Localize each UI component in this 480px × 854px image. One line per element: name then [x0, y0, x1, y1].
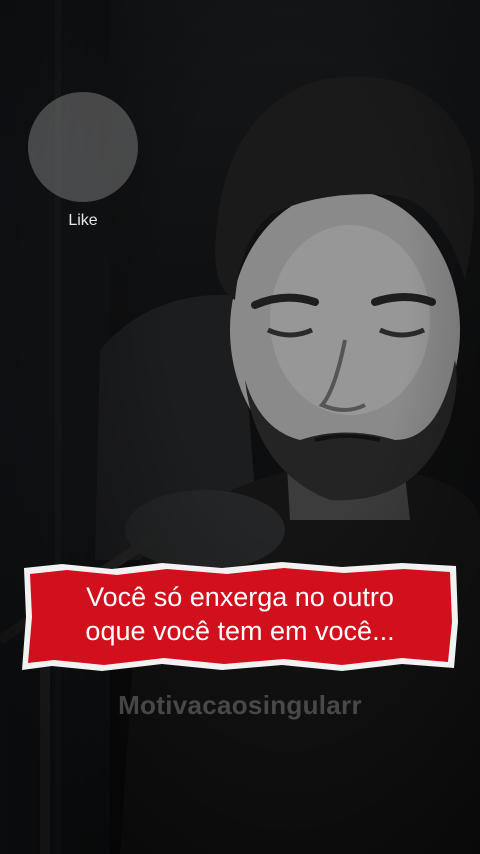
caption-banner: Você só enxerga no outro oque você tem e…	[22, 562, 458, 672]
microphone-head	[125, 490, 285, 570]
like-button[interactable]	[28, 92, 138, 202]
channel-watermark: Motivacaosingularr	[118, 690, 362, 720]
like-label: Like	[68, 212, 98, 229]
face-highlight	[270, 225, 430, 415]
caption-line-1: Você só enxerga no outro	[86, 582, 394, 612]
video-frame[interactable]: Like Você só enxerga no outro oque você …	[0, 0, 480, 854]
microphone-arm	[40, 640, 50, 854]
caption-line-2: oque você tem em você...	[85, 616, 395, 646]
caption-text: Você só enxerga no outro oque você tem e…	[22, 580, 458, 648]
